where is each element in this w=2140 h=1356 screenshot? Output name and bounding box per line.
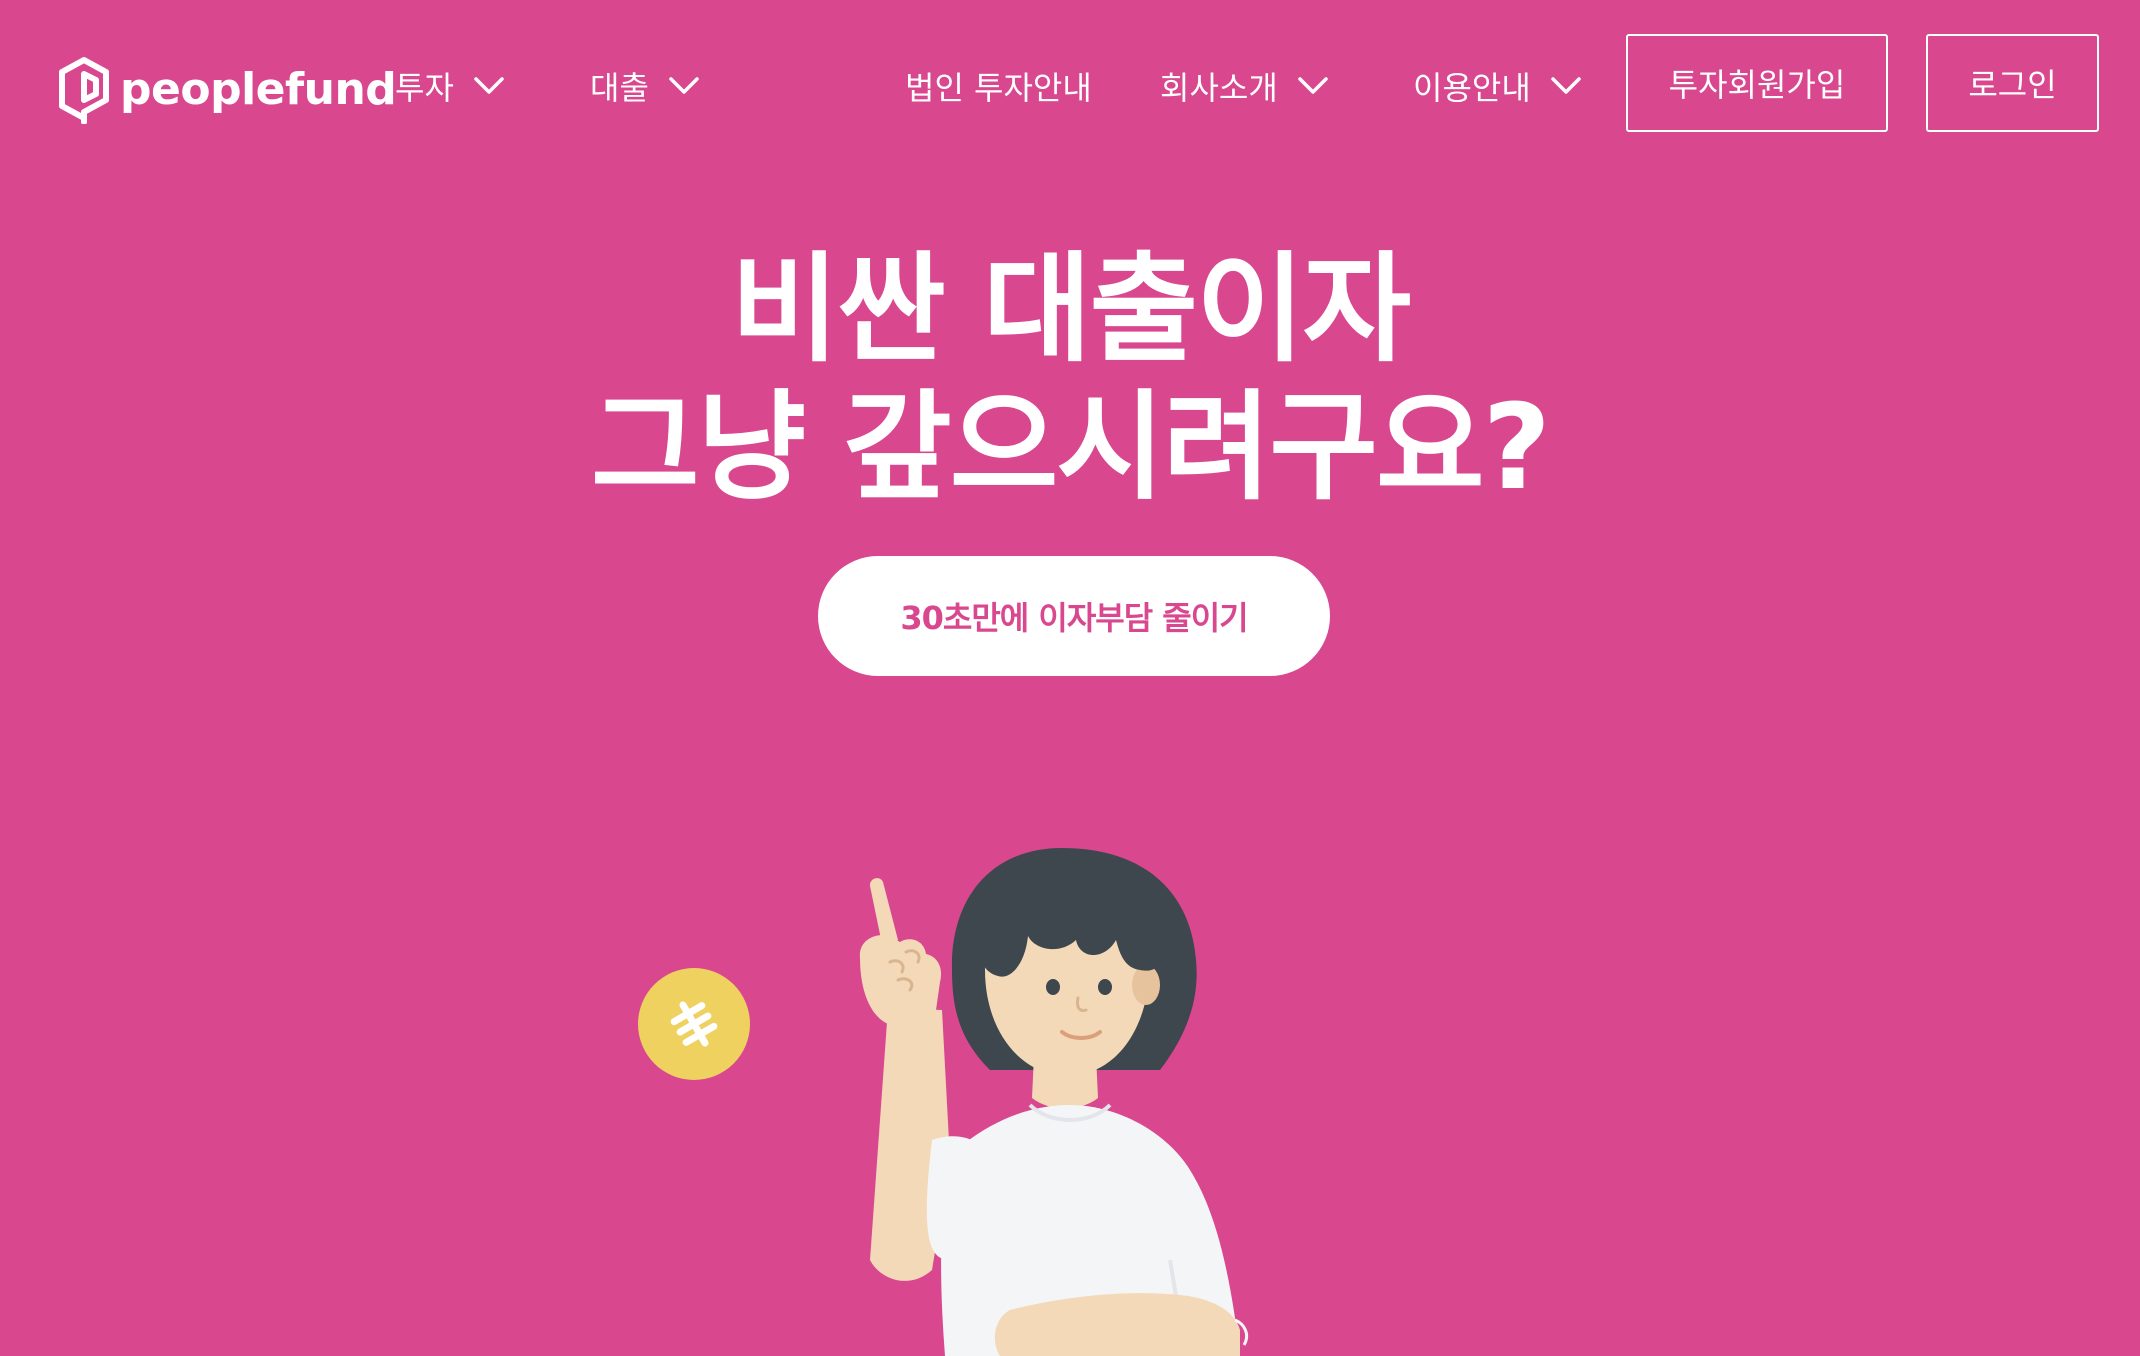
chevron-down-icon <box>1298 77 1328 94</box>
character-illustration <box>859 848 1249 1356</box>
reduce-interest-cta-button[interactable]: 30초만에 이자부담 줄이기 <box>818 556 1330 676</box>
top-navigation: peoplefund 투자 대출 법인 투자안내 회사소개 이용안내 투자회원가… <box>0 0 2140 170</box>
hero-title-line-2: 그냥 갚으시려구요? <box>590 378 1551 516</box>
nav-company[interactable]: 회사소개 <box>1160 58 1328 114</box>
peoplefund-logo-icon <box>59 57 109 124</box>
nav-loan[interactable]: 대출 <box>590 58 699 114</box>
chevron-down-icon <box>669 77 699 94</box>
hero-title-line-1: 비싼 대출이자 <box>730 240 1411 378</box>
nav-corporate-investment[interactable]: 법인 투자안내 <box>905 58 1092 114</box>
chevron-down-icon <box>1551 77 1581 94</box>
nav-corporate-label: 법인 투자안내 <box>905 69 1092 107</box>
hero-title: 비싼 대출이자 그냥 갚으시려구요? <box>0 240 2140 516</box>
pointing-hand <box>859 934 942 1028</box>
login-button[interactable]: 로그인 <box>1926 34 2099 132</box>
nav-company-label: 회사소개 <box>1160 69 1278 107</box>
chevron-down-icon <box>474 77 504 94</box>
nav-loan-label: 대출 <box>590 69 649 107</box>
signup-button[interactable]: 투자회원가입 <box>1626 34 1888 132</box>
logo-text: peoplefund <box>120 64 397 115</box>
nav-guide-label: 이용안내 <box>1413 69 1531 107</box>
peoplefund-logo[interactable]: peoplefund <box>56 54 397 126</box>
nav-invest-label: 투자 <box>395 69 454 107</box>
nav-invest[interactable]: 투자 <box>395 58 504 114</box>
nav-guide[interactable]: 이용안내 <box>1413 58 1581 114</box>
won-coin-icon <box>638 968 750 1080</box>
